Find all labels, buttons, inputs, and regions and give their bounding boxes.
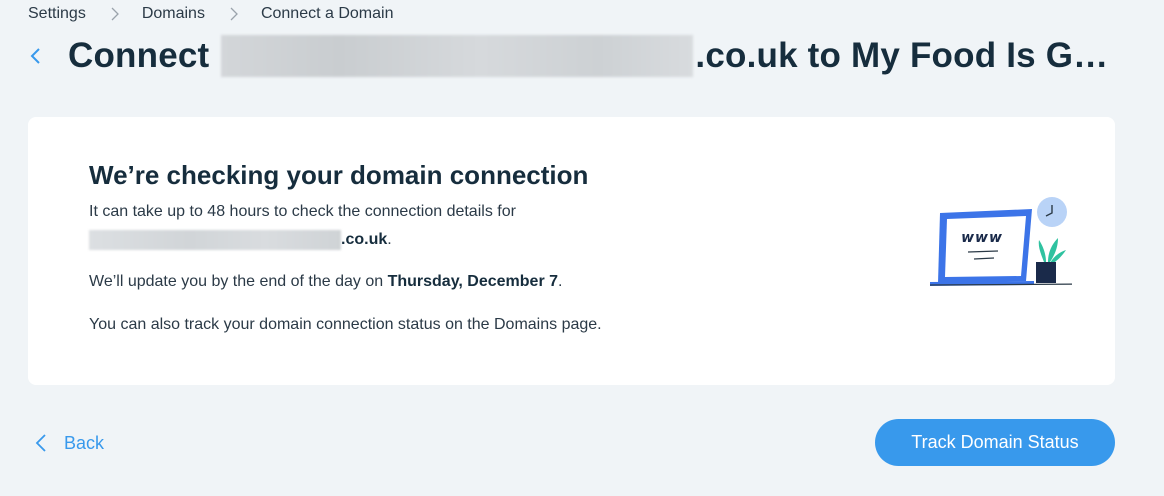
back-button[interactable]: Back (34, 432, 104, 454)
chevron-right-icon (108, 7, 122, 21)
domain-line: .co.uk . (89, 230, 392, 250)
breadcrumb-settings[interactable]: Settings (28, 5, 86, 23)
update-date: Thursday, December 7 (387, 273, 559, 290)
breadcrumb: Settings Domains Connect a Domain (28, 4, 393, 24)
check-duration-text: It can take up to 48 hours to check the … (89, 203, 516, 220)
status-card: We’re checking your domain connection It… (28, 117, 1115, 385)
card-title: We’re checking your domain connection (89, 160, 589, 190)
chevron-right-icon (227, 7, 241, 21)
back-chevron-icon[interactable] (26, 45, 46, 67)
update-text: We’ll update you by the end of the day o… (89, 273, 562, 291)
redacted-domain (89, 230, 341, 250)
chevron-left-icon (34, 433, 48, 453)
breadcrumb-domains[interactable]: Domains (142, 5, 205, 23)
redacted-domain-name (221, 35, 694, 77)
domain-period: . (387, 231, 392, 248)
page-title: Connect .co.uk to My Food Is G… (68, 35, 1108, 77)
track-info-text: You can also track your domain connectio… (89, 316, 602, 333)
www-label: www (961, 230, 1003, 246)
page-title-suffix: .co.uk to My Food Is G… (695, 36, 1109, 75)
track-domain-status-button[interactable]: Track Domain Status (875, 419, 1115, 466)
breadcrumb-connect-domain: Connect a Domain (260, 5, 394, 22)
page-title-prefix: Connect (68, 36, 210, 75)
domain-suffix: .co.uk (341, 231, 388, 248)
clock-icon (1037, 197, 1067, 227)
back-label: Back (64, 432, 105, 453)
page-header: Connect .co.uk to My Food Is G… (26, 30, 1108, 82)
update-prefix: We’ll update you by the end of the day o… (89, 273, 388, 290)
update-suffix: . (558, 273, 563, 290)
plant-icon (1032, 232, 1072, 284)
